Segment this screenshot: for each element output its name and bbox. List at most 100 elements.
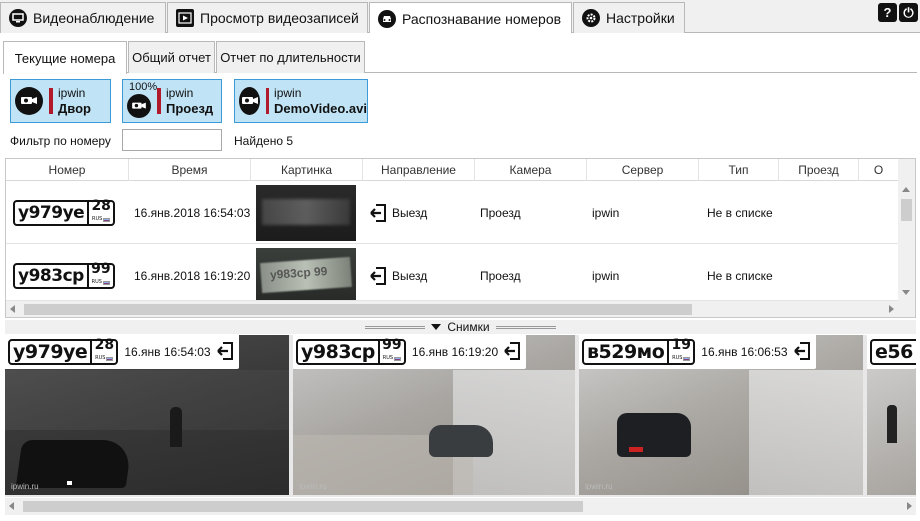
scrollbar-thumb[interactable] [901,199,912,221]
column-header-more[interactable]: О [859,159,899,181]
camera-cell: Проезд [480,269,521,283]
plate-region: 19 [671,337,692,353]
column-header-plate[interactable]: Номер [6,159,129,181]
plate-country: RUS [672,355,683,361]
column-header-picture[interactable]: Картинка [251,159,363,181]
flag-icon [683,356,691,361]
snapshot[interactable]: ipwin.ru у983ср 99 RUS 16.янв 16:19:20 [293,335,575,495]
tab-video-records[interactable]: Просмотр видеозаписей [167,2,368,33]
scrollbar-thumb[interactable] [24,304,692,315]
camera-name: Проезд [166,100,214,116]
app-window: Видеонаблюдение Просмотр видеозаписей Ра… [0,0,920,521]
snapshot-time: 16.янв 16:06:53 [701,345,788,359]
server-cell: ipwin [592,206,620,220]
scroll-up-icon[interactable] [902,187,910,192]
picture-cell [256,182,356,244]
camera-icon [127,94,151,118]
tab-general-report[interactable]: Общий отчет [128,41,215,73]
plate-number: в529мо [587,341,665,363]
direction-cell: Выезд [370,182,427,244]
table-row[interactable]: у983ср 99 RUS 16.янв.2018 16:19:20 у983ср… [6,245,898,307]
plate-number: у983ср [18,266,84,286]
flag-icon [103,217,111,222]
plate-filter-input[interactable] [122,129,222,151]
table-horizontal-scrollbar[interactable] [6,300,898,317]
tab-label: Текущие номера [14,50,116,66]
plate-country: RUS [92,216,103,222]
camera-watermark: ipwin.ru [299,482,327,491]
table-vertical-scrollbar[interactable] [898,159,915,317]
plate-badge: у979уе 28 RUS [8,337,119,365]
film-icon [176,9,194,27]
tab-video-surveillance[interactable]: Видеонаблюдение [0,2,166,33]
power-button[interactable]: ⏻ [899,3,918,22]
monitor-icon [9,9,27,27]
snapshots-toggle[interactable]: Снимки [5,320,916,334]
filter-label: Фильтр по номеру [10,134,111,148]
plate-region: 28 [94,337,115,353]
plate-region: 28 [91,198,111,214]
camera-button-dvor[interactable]: ipwin Двор [10,79,111,123]
plates-table: Номер Время Картинка Направление Камера … [5,158,916,318]
plate-thumbnail[interactable]: у983ср 99 [256,248,356,304]
camera-name: Двор [58,100,91,116]
help-button[interactable]: ? [878,3,897,22]
table-header: Номер Время Картинка Направление Камера … [6,159,915,181]
plate-region: 99 [382,337,402,353]
plate-badge: у979уе 28 RUS [13,198,116,226]
tab-settings[interactable]: Настройки [573,2,685,33]
column-header-server[interactable]: Сервер [587,159,699,181]
plate-number: у979уе [13,341,88,363]
camera-server: ipwin [274,85,302,100]
camera-watermark: ipwin.ru [11,482,39,491]
column-header-type[interactable]: Тип [699,159,779,181]
plate-number: е56 [875,341,913,363]
camera-button-proezd[interactable]: 100% ipwin Проезд [122,79,222,123]
snapshot-time: 16.янв 16:54:03 [124,345,211,359]
splitter-grip [495,325,556,329]
scrollbar-thumb[interactable] [23,501,583,512]
scroll-right-icon[interactable] [907,502,912,510]
plate-thumbnail[interactable] [256,185,356,241]
tab-duration-report[interactable]: Отчет по длительности [216,41,365,73]
person-image [170,407,182,447]
snapshot-info: у979уе 28 RUS 16.янв 16:54:03 [5,335,239,369]
scroll-down-icon[interactable] [902,290,910,295]
snapshots-label: Снимки [447,320,490,334]
column-header-direction[interactable]: Направление [363,159,475,181]
snapshots-horizontal-scrollbar[interactable] [5,498,916,515]
plate-badge: у983ср 99 RUS [296,337,406,365]
table-row[interactable]: у979уе 28 RUS 16.янв.2018 16:54:03 Выезд … [6,182,898,244]
column-header-camera[interactable]: Камера [475,159,587,181]
plate-country: RUS [382,355,394,361]
window-buttons: ? ⏻ [878,3,918,22]
snapshot[interactable]: ipwin.ru у979уе 28 RUS 16.янв 16:54:03 [5,335,289,495]
tab-label: Настройки [606,10,675,26]
snapshot[interactable]: ipwin.ru в529мо 19 RUS 16.янв 16:06:53 [579,335,863,495]
exit-icon [370,204,386,222]
scroll-right-icon[interactable] [889,305,894,313]
camera-cell: Проезд [480,206,521,220]
gear-icon [582,9,600,27]
plate-number: у983ср [301,341,375,363]
scroll-left-icon[interactable] [10,305,15,313]
exit-icon [216,341,233,363]
column-header-time[interactable]: Время [129,159,251,181]
flag-icon [394,356,402,361]
tab-current-plates[interactable]: Текущие номера [3,41,127,74]
tab-label: Отчет по длительности [220,50,361,65]
chevron-down-icon [431,324,442,330]
headlight [67,481,72,485]
sub-tab-bar: Текущие номера Общий отчет Отчет по длит… [3,41,917,74]
scroll-left-icon[interactable] [9,502,14,510]
snapshot-time: 16.янв 16:19:20 [411,345,499,359]
direction-text: Выезд [392,206,428,220]
camera-icon [15,87,43,115]
snapshot[interactable]: е56 [867,335,916,495]
camera-button-demovideo[interactable]: ipwin DemoVideo.avi [234,79,368,123]
plate-region: 99 [91,261,111,277]
tab-label: Просмотр видеозаписей [200,10,359,26]
person-image [887,405,897,443]
tab-plate-recognition[interactable]: Распознавание номеров [369,2,572,34]
column-header-passage[interactable]: Проезд [779,159,859,181]
